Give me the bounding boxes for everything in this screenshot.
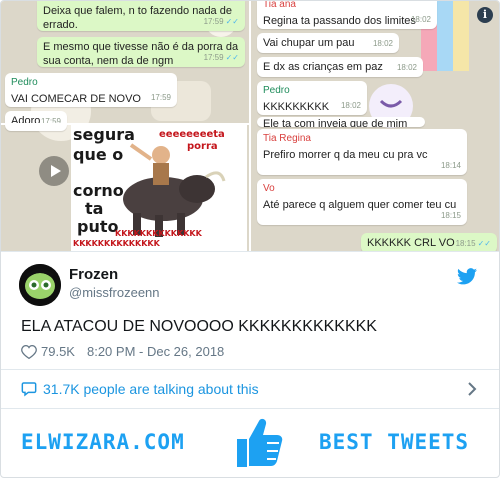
chat-message: Vai chupar um pau 18:02 <box>257 33 399 53</box>
chat-message: Tia ana Regina ta passando dos limites 1… <box>257 1 437 29</box>
meme-text: KKKKKKKKKKKKKK <box>73 239 160 248</box>
avatar[interactable] <box>19 264 61 306</box>
message-sender: Tia ana <box>263 1 296 10</box>
message-text: Vai chupar um pau <box>263 37 355 49</box>
meme-image: segura que o corno ta puto eeeeeeeeta po… <box>71 125 247 251</box>
message-text: KKKKKK CRL VO <box>367 237 455 249</box>
tweet-meta: 79.5K 8:20 PM - Dec 26, 2018 <box>21 344 224 359</box>
message-text: Prefiro morrer q da meu cu pra vc <box>263 149 428 161</box>
message-time: 18:02 <box>396 63 417 72</box>
chat-message: Tia Regina Prefiro morrer q da meu cu pr… <box>257 129 467 175</box>
meme-text: corno <box>73 181 124 200</box>
message-time: 17:59 <box>203 53 224 62</box>
heart-icon[interactable] <box>21 344 37 359</box>
conversation-text: 31.7K people are talking about this <box>43 381 259 397</box>
meme-text: porra <box>187 141 218 152</box>
meme-text: segura <box>73 125 135 144</box>
chat-message: E mesmo que tivesse não é da porra da su… <box>37 37 245 67</box>
meme-text: KKKKKKKKKKKKKK <box>115 229 202 238</box>
chat-message: E dx as crianças em paz 18:02 <box>257 57 423 77</box>
chat-message: Ele ta com inveja que de mim <box>257 117 425 127</box>
chat-message: Pedro KKKKKKKKK 18:02 <box>257 81 367 115</box>
tweet-card: Deixa que falem, n to fazendo nada de er… <box>0 0 500 478</box>
meme-text: que o <box>73 145 124 164</box>
message-text: Adoro <box>11 115 41 127</box>
message-sender: Pedro <box>11 77 38 88</box>
message-time: 17:59 <box>40 117 61 126</box>
chat-screenshot-right: Tia ana Regina ta passando dos limites 1… <box>251 1 499 251</box>
meme-text: ta <box>85 199 104 218</box>
chevron-right-icon <box>467 381 477 402</box>
chat-message: Deixa que falem, n to fazendo nada de er… <box>37 1 245 31</box>
author-name[interactable]: Frozen <box>69 266 118 283</box>
chat-screenshot-left: Deixa que falem, n to fazendo nada de er… <box>1 1 249 251</box>
message-text: KKKKKKKKK <box>263 101 330 113</box>
tweet-media[interactable]: Deixa que falem, n to fazendo nada de er… <box>1 1 499 251</box>
chat-message: Adoro 17:59 <box>5 111 67 131</box>
message-time: 18:15 <box>440 211 461 220</box>
double-check-icon: ✓✓ <box>225 53 239 62</box>
thumbs-up-icon <box>227 413 287 476</box>
message-sender: Vo <box>263 183 275 194</box>
message-time: 18:02 <box>410 15 431 24</box>
message-time: 18:02 <box>340 101 361 110</box>
chat-message: KKKKKK CRL VO 18:15 ✓✓ <box>361 233 497 251</box>
speech-bubble-icon <box>21 381 37 402</box>
message-sender: Tia Regina <box>263 133 311 144</box>
message-time: 17:59 <box>203 17 224 26</box>
message-sender: Pedro <box>263 85 290 96</box>
message-text: VAI COMECAR DE NOVO <box>11 93 141 105</box>
play-icon[interactable] <box>39 156 69 186</box>
message-time: 18:15 <box>455 239 476 248</box>
site-footer: ELWIZARA.COM BEST TWEETS <box>1 408 499 477</box>
info-icon[interactable]: i <box>477 7 493 23</box>
tweet-timestamp[interactable]: 8:20 PM - Dec 26, 2018 <box>87 344 224 359</box>
message-text: E dx as crianças em paz <box>263 61 383 73</box>
chat-message: Vo Até parece q alguem quer comer teu cu… <box>257 179 467 225</box>
message-time: 18:14 <box>440 161 461 170</box>
meme-text: puto <box>77 217 119 236</box>
twitter-bird-icon[interactable] <box>457 268 477 290</box>
double-check-icon: ✓✓ <box>225 17 239 26</box>
tweet-text: ELA ATACOU DE NOVOOOO KKKKKKKKKKKKK <box>21 318 377 335</box>
best-tweets-label: BEST TWEETS <box>319 430 470 454</box>
message-text: Ele ta com inveja que de mim <box>263 118 408 127</box>
chat-message: Pedro VAI COMECAR DE NOVO 17:59 <box>5 73 177 107</box>
message-text: Até parece q alguem quer comer teu cu <box>263 199 457 211</box>
site-name[interactable]: ELWIZARA.COM <box>21 430 185 454</box>
message-time: 18:02 <box>372 39 393 48</box>
author-handle[interactable]: @missfrozeenn <box>69 285 160 300</box>
tweet-body: Frozen @missfrozeenn ELA ATACOU DE NOVOO… <box>1 251 499 370</box>
message-time: 17:59 <box>150 93 171 102</box>
like-count[interactable]: 79.5K <box>41 344 75 359</box>
message-text: Regina ta passando dos limites <box>263 15 416 27</box>
double-check-icon: ✓✓ <box>477 239 491 248</box>
conversation-link[interactable]: 31.7K people are talking about this <box>1 369 499 409</box>
